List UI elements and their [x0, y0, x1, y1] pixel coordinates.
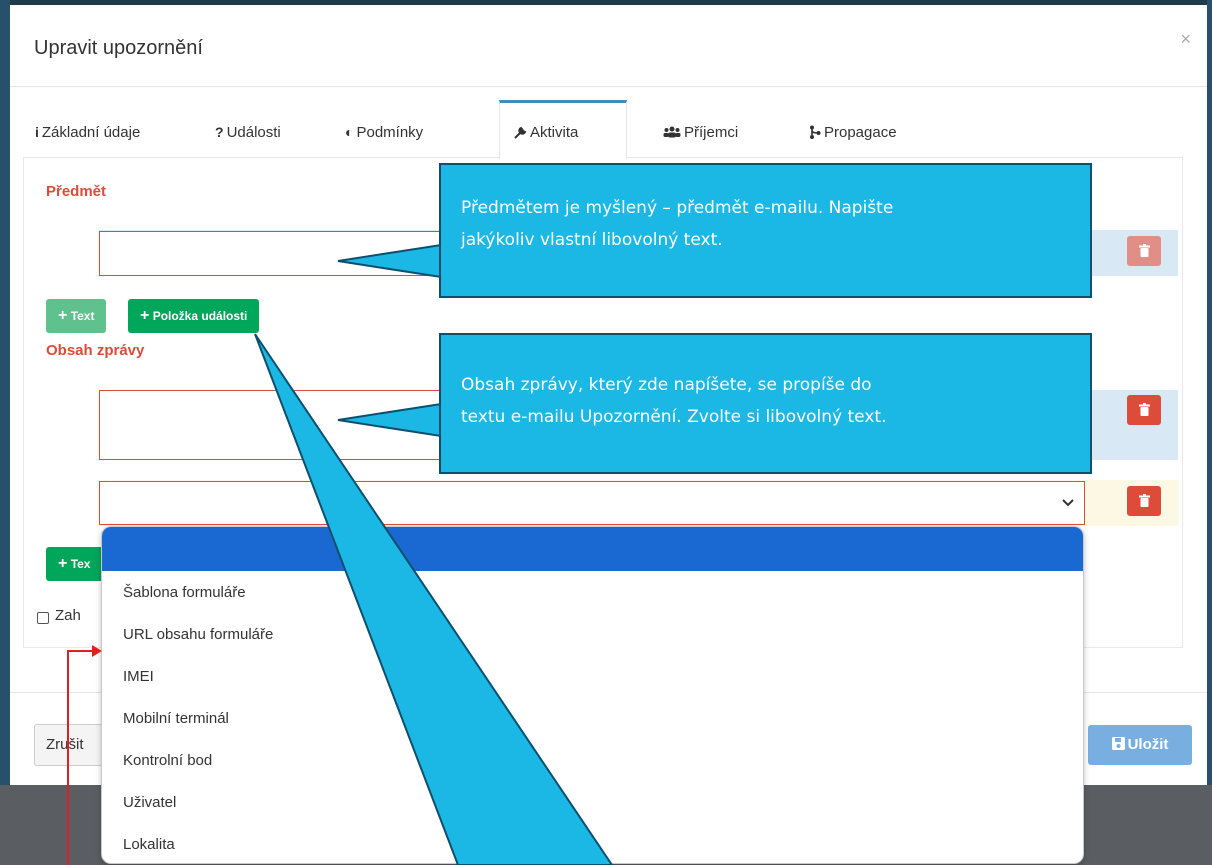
message-callout-tail	[337, 402, 442, 438]
message-callout-line: textu e-mailu Upozornění. Zvolte si libo…	[461, 407, 887, 427]
red-arrowhead	[92, 645, 102, 657]
subject-callout: Předmětem je myšlený – předmět e-mailu. …	[439, 163, 1092, 298]
subject-callout-line: Předmětem je myšlený – předmět e-mailu. …	[461, 198, 894, 218]
message-callout-line: Obsah zprávy, který zde napíšete, se pro…	[461, 375, 872, 395]
message-callout: Obsah zprávy, který zde napíšete, se pro…	[439, 333, 1092, 474]
subject-callout-tail	[337, 243, 442, 279]
red-arrow-line	[67, 650, 92, 865]
subject-callout-line: jakýkoliv vlastní libovolný text.	[461, 230, 723, 250]
